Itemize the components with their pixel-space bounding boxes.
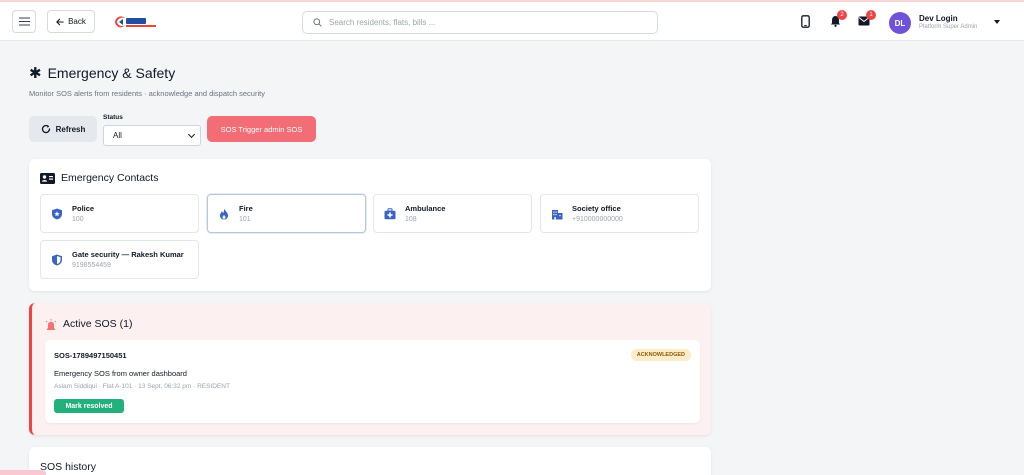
sos-alert-meta: Aslam Siddiqui · Flat A-101 · 13 Sept, 0… bbox=[54, 383, 230, 390]
page-title-text: Emergency & Safety bbox=[47, 65, 176, 81]
contact-phone: 101 bbox=[239, 216, 251, 223]
emergency-contacts-title: Emergency Contacts bbox=[40, 172, 158, 184]
sos-history-title: SOS history bbox=[40, 461, 97, 473]
page-subtitle: Monitor SOS alerts from residents · ackn… bbox=[29, 89, 265, 98]
contact-name: Gate security — Rakesh Kumar bbox=[72, 250, 184, 259]
mark-resolved-button[interactable]: Mark resolved bbox=[54, 399, 124, 413]
sos-alert-message: Emergency SOS from owner dashboard bbox=[54, 369, 187, 378]
shield-half-icon bbox=[52, 254, 62, 266]
emergency-contacts-card: Emergency Contacts Police 100 Fire 101 A… bbox=[29, 159, 711, 291]
contact-name: Society office bbox=[572, 204, 621, 213]
top-bar: Back 2 1 DL Dev Login Platform Super Adm… bbox=[0, 0, 1024, 41]
contact-fire[interactable]: Fire 101 bbox=[207, 194, 366, 233]
hamburger-icon bbox=[18, 20, 30, 23]
contact-name: Ambulance bbox=[405, 204, 446, 213]
sos-history-card: SOS history bbox=[29, 447, 711, 475]
back-label: Back bbox=[68, 17, 86, 26]
messages-badge: 1 bbox=[866, 10, 876, 20]
back-button[interactable]: Back bbox=[47, 10, 95, 33]
refresh-button[interactable]: Refresh bbox=[29, 116, 97, 142]
mobile-view-button[interactable] bbox=[798, 14, 812, 28]
contact-ambulance[interactable]: Ambulance 108 bbox=[373, 194, 532, 233]
status-badge: ACKNOWLEDGED bbox=[630, 349, 691, 361]
emergency-contacts-title-text: Emergency Contacts bbox=[61, 172, 159, 184]
avatar[interactable]: DL bbox=[889, 12, 911, 34]
status-select[interactable]: All bbox=[103, 125, 201, 146]
asterisk-icon: ✱ bbox=[29, 64, 42, 82]
user-name[interactable]: Dev Login bbox=[919, 14, 958, 23]
active-sos-card: Active SOS (1) SOS-1789497150451 ACKNOWL… bbox=[29, 303, 711, 435]
fire-icon bbox=[220, 208, 228, 220]
corner-tab bbox=[0, 470, 46, 475]
sos-alert-item: SOS-1789497150451 ACKNOWLEDGED Emergency… bbox=[45, 340, 700, 423]
chevron-down-icon bbox=[187, 130, 196, 139]
contact-phone: +910000000000 bbox=[572, 216, 623, 223]
notifications-badge: 2 bbox=[837, 10, 847, 20]
contact-phone: 108 bbox=[405, 216, 417, 223]
messages-button[interactable]: 1 bbox=[857, 10, 876, 28]
contact-name: Police bbox=[72, 204, 95, 213]
active-sos-title: Active SOS (1) bbox=[45, 318, 132, 330]
contact-phone: 9198554459 bbox=[72, 262, 111, 269]
trigger-sos-button[interactable]: SOS Trigger admin SOS bbox=[207, 116, 316, 142]
refresh-label: Refresh bbox=[55, 124, 86, 134]
contact-police[interactable]: Police 100 bbox=[40, 194, 199, 233]
page-title: ✱ Emergency & Safety bbox=[29, 65, 175, 81]
alarm-light-icon bbox=[45, 318, 57, 330]
building-icon bbox=[552, 210, 563, 220]
active-sos-title-text: Active SOS (1) bbox=[63, 318, 133, 330]
arrow-left-icon bbox=[56, 18, 64, 25]
search-icon bbox=[313, 18, 322, 27]
contact-card-icon bbox=[40, 172, 55, 184]
company-logo[interactable] bbox=[113, 13, 159, 31]
user-role: Platform Super Admin bbox=[919, 24, 978, 30]
shield-star-icon bbox=[52, 208, 62, 220]
menu-button[interactable] bbox=[12, 10, 36, 33]
sos-alert-id: SOS-1789497150451 bbox=[54, 351, 127, 360]
refresh-icon bbox=[41, 124, 50, 134]
contact-name: Fire bbox=[239, 204, 253, 213]
search-input[interactable] bbox=[329, 18, 629, 27]
medical-kit-icon bbox=[384, 208, 396, 220]
contact-society-office[interactable]: Society office +910000000000 bbox=[540, 194, 699, 233]
status-select-value: All bbox=[113, 131, 122, 140]
mobile-icon bbox=[800, 14, 810, 28]
notifications-button[interactable]: 2 bbox=[828, 10, 847, 28]
search-bar[interactable] bbox=[302, 11, 658, 34]
contact-phone: 100 bbox=[72, 216, 84, 223]
contact-gate-security[interactable]: Gate security — Rakesh Kumar 9198554459 bbox=[40, 240, 199, 279]
status-label: Status bbox=[103, 114, 123, 121]
user-menu-caret-icon[interactable] bbox=[994, 20, 1000, 24]
